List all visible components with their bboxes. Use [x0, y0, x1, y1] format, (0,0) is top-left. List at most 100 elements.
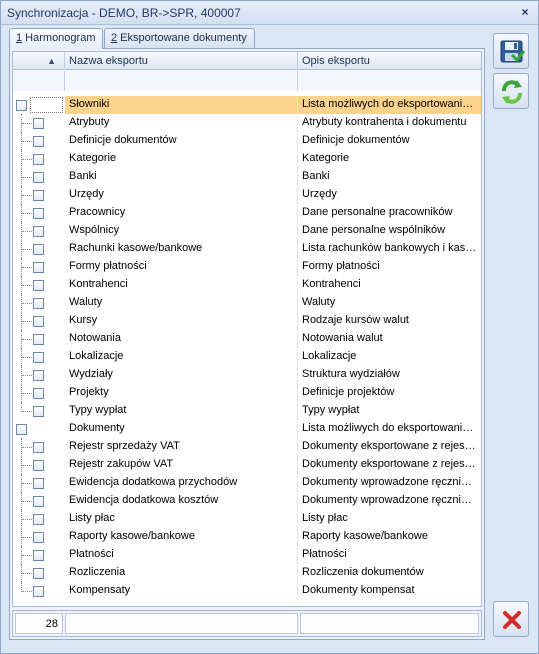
save-button[interactable]	[493, 33, 529, 69]
export-name-cell[interactable]: Atrybuty	[65, 114, 298, 132]
table-row[interactable]: Ewidencja dodatkowa przychodów Dokumenty …	[13, 474, 481, 492]
title-bar[interactable]: Synchronizacja - DEMO, BR->SPR, 400007 ×	[1, 1, 538, 25]
item-checkbox[interactable]	[33, 388, 44, 399]
filter-cell-tree[interactable]	[13, 71, 65, 91]
export-name-cell[interactable]: Słowniki	[65, 96, 298, 114]
table-row[interactable]: Rejestr zakupów VAT Dokumenty eksportowan…	[13, 456, 481, 474]
table-row[interactable]: Urzędy Urzędy	[13, 186, 481, 204]
export-description-cell[interactable]: Dane personalne wspólników	[298, 222, 481, 240]
table-row[interactable]: Rozliczenia Rozliczenia dokumentów	[13, 564, 481, 582]
export-name-cell[interactable]: Rejestr sprzedaży VAT	[65, 438, 298, 456]
sort-indicator-header[interactable]: ▲	[13, 52, 65, 70]
export-description-cell[interactable]: Definicje projektów	[298, 384, 481, 402]
item-checkbox[interactable]	[33, 190, 44, 201]
export-description-cell[interactable]: Dokumenty eksportowane z rejestru zakupó…	[298, 456, 481, 474]
table-row[interactable]: Pracownicy Dane personalne pracowników	[13, 204, 481, 222]
close-icon[interactable]: ×	[518, 5, 532, 19]
item-checkbox[interactable]	[33, 280, 44, 291]
export-description-cell[interactable]: Lista możliwych do eksportowania słownik…	[298, 96, 481, 114]
export-description-cell[interactable]: Płatności	[298, 546, 481, 564]
export-description-cell[interactable]: Dokumenty wprowadzone ręcznie do ewidenc…	[298, 474, 481, 492]
table-row[interactable]: Dokumenty Lista możliwych do eksportowani…	[13, 420, 481, 438]
export-name-cell[interactable]: Notowania	[65, 330, 298, 348]
export-description-cell[interactable]: Notowania walut	[298, 330, 481, 348]
table-row[interactable]: Wspólnicy Dane personalne wspólników	[13, 222, 481, 240]
item-checkbox[interactable]	[33, 316, 44, 327]
export-name-cell[interactable]: Lokalizacje	[65, 348, 298, 366]
export-description-cell[interactable]: Atrybuty kontrahenta i dokumentu	[298, 114, 481, 132]
export-name-cell[interactable]: Listy płac	[65, 510, 298, 528]
table-row[interactable]: Kompensaty Dokumenty kompensat	[13, 582, 481, 600]
export-name-cell[interactable]: Formy płatności	[65, 258, 298, 276]
item-checkbox[interactable]	[33, 586, 44, 597]
table-row[interactable]: Typy wypłat Typy wypłat	[13, 402, 481, 420]
export-description-cell[interactable]: Lista możliwych do eksportowania dokumen…	[298, 420, 481, 438]
export-description-cell[interactable]: Waluty	[298, 294, 481, 312]
item-checkbox[interactable]	[33, 226, 44, 237]
item-checkbox[interactable]	[33, 172, 44, 183]
table-row[interactable]: Wydziały Struktura wydziałów	[13, 366, 481, 384]
filter-cell-description[interactable]	[298, 71, 481, 91]
synchronize-button[interactable]	[493, 73, 529, 109]
item-checkbox[interactable]	[33, 442, 44, 453]
table-row[interactable]: Notowania Notowania walut	[13, 330, 481, 348]
item-checkbox[interactable]	[33, 514, 44, 525]
export-name-cell[interactable]: Rozliczenia	[65, 564, 298, 582]
export-description-cell[interactable]: Raporty kasowe/bankowe	[298, 528, 481, 546]
column-header-name[interactable]: Nazwa eksportu	[65, 52, 298, 70]
table-row[interactable]: Kontrahenci Kontrahenci	[13, 276, 481, 294]
group-checkbox[interactable]	[16, 424, 27, 435]
table-row[interactable]: Waluty Waluty	[13, 294, 481, 312]
item-checkbox[interactable]	[33, 568, 44, 579]
item-checkbox[interactable]	[33, 478, 44, 489]
item-checkbox[interactable]	[33, 352, 44, 363]
export-name-cell[interactable]: Pracownicy	[65, 204, 298, 222]
export-description-cell[interactable]: Lokalizacje	[298, 348, 481, 366]
export-name-cell[interactable]: Wspólnicy	[65, 222, 298, 240]
item-checkbox[interactable]	[33, 550, 44, 561]
export-description-cell[interactable]: Lista rachunków bankowych i kas gotówkow…	[298, 240, 481, 258]
filter-cell-name[interactable]	[65, 71, 298, 91]
export-description-cell[interactable]: Dokumenty kompensat	[298, 582, 481, 600]
item-checkbox[interactable]	[33, 406, 44, 417]
export-name-cell[interactable]: Kursy	[65, 312, 298, 330]
table-row[interactable]: Listy płac Listy płac	[13, 510, 481, 528]
table-row[interactable]: Banki Banki	[13, 168, 481, 186]
table-row[interactable]: Raporty kasowe/bankowe Raporty kasowe/ban…	[13, 528, 481, 546]
table-row[interactable]: Formy płatności Formy płatności	[13, 258, 481, 276]
export-description-cell[interactable]: Definicje dokumentów	[298, 132, 481, 150]
export-description-cell[interactable]: Dokumenty wprowadzone ręcznie do ewidenc…	[298, 492, 481, 510]
table-row[interactable]: Słowniki Lista możliwych do eksportowania…	[13, 96, 481, 114]
export-name-cell[interactable]: Raporty kasowe/bankowe	[65, 528, 298, 546]
table-row[interactable]: Atrybuty Atrybuty kontrahenta i dokumentu	[13, 114, 481, 132]
export-description-cell[interactable]: Listy płac	[298, 510, 481, 528]
export-description-cell[interactable]: Dane personalne pracowników	[298, 204, 481, 222]
export-description-cell[interactable]: Kategorie	[298, 150, 481, 168]
export-name-cell[interactable]: Ewidencja dodatkowa kosztów	[65, 492, 298, 510]
export-description-cell[interactable]: Struktura wydziałów	[298, 366, 481, 384]
export-name-cell[interactable]: Ewidencja dodatkowa przychodów	[65, 474, 298, 492]
export-name-cell[interactable]: Kontrahenci	[65, 276, 298, 294]
export-name-cell[interactable]: Dokumenty	[65, 420, 298, 438]
item-checkbox[interactable]	[33, 118, 44, 129]
group-checkbox[interactable]	[16, 100, 27, 111]
table-row[interactable]: Lokalizacje Lokalizacje	[13, 348, 481, 366]
export-name-cell[interactable]: Rejestr zakupów VAT	[65, 456, 298, 474]
export-name-cell[interactable]: Definicje dokumentów	[65, 132, 298, 150]
table-row[interactable]: Ewidencja dodatkowa kosztów Dokumenty wpr…	[13, 492, 481, 510]
table-row[interactable]: Kategorie Kategorie	[13, 150, 481, 168]
export-name-cell[interactable]: Rachunki kasowe/bankowe	[65, 240, 298, 258]
export-name-cell[interactable]: Urzędy	[65, 186, 298, 204]
export-description-cell[interactable]: Banki	[298, 168, 481, 186]
item-checkbox[interactable]	[33, 244, 44, 255]
item-checkbox[interactable]	[33, 496, 44, 507]
export-name-cell[interactable]: Waluty	[65, 294, 298, 312]
cancel-button[interactable]	[493, 601, 529, 637]
item-checkbox[interactable]	[33, 460, 44, 471]
export-description-cell[interactable]: Formy płatności	[298, 258, 481, 276]
export-description-cell[interactable]: Urzędy	[298, 186, 481, 204]
item-checkbox[interactable]	[33, 298, 44, 309]
item-checkbox[interactable]	[33, 136, 44, 147]
table-row[interactable]: Definicje dokumentów Definicje dokumentów	[13, 132, 481, 150]
export-description-cell[interactable]: Kontrahenci	[298, 276, 481, 294]
